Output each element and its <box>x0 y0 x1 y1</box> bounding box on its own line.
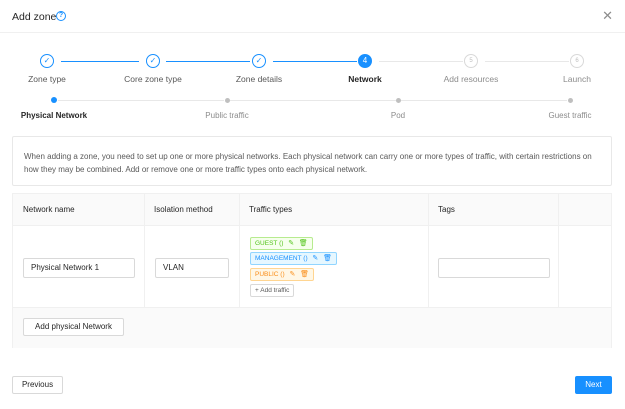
traffic-tag-management: MANAGEMENT () ✎ 🗑 <box>250 252 337 265</box>
step-label: Add resources <box>443 74 499 84</box>
step-zone-details[interactable]: ✓ Zone details <box>214 54 304 84</box>
traffic-type-label: GUEST () <box>255 240 284 247</box>
physical-network-table: Network name Isolation method Traffic ty… <box>12 193 612 348</box>
step-add-resources: 5 Add resources <box>426 54 516 84</box>
substep-pod: Pod <box>348 96 448 120</box>
delete-icon[interactable]: 🗑 <box>299 238 308 249</box>
step-number: 6 <box>570 54 584 68</box>
isolation-method-input[interactable]: VLAN <box>155 258 229 278</box>
add-traffic-button[interactable]: + Add traffic <box>250 284 295 297</box>
step-label: Zone type <box>28 74 66 84</box>
step-dot <box>51 97 57 103</box>
edit-icon[interactable]: ✎ <box>288 238 294 249</box>
modal-header: Add zone ? ✕ <box>0 0 625 33</box>
column-header: Tags <box>438 205 455 214</box>
column-header: Traffic types <box>249 205 293 214</box>
traffic-type-label: PUBLIC () <box>255 271 285 278</box>
info-description: When adding a zone, you need to set up o… <box>12 136 612 186</box>
substep-label: Guest traffic <box>548 110 592 120</box>
traffic-type-label: MANAGEMENT () <box>255 255 308 262</box>
substep-public-traffic: Public traffic <box>177 96 277 120</box>
previous-button[interactable]: Previous <box>12 376 63 394</box>
modal-title: Add zone <box>12 11 57 23</box>
step-network[interactable]: 4 Network <box>320 54 410 84</box>
plus-icon: + <box>255 287 259 294</box>
close-icon[interactable]: ✕ <box>602 9 613 22</box>
check-icon: ✓ <box>252 54 266 68</box>
step-number: 5 <box>464 54 478 68</box>
step-dot <box>224 97 230 103</box>
edit-icon[interactable]: ✎ <box>289 269 295 280</box>
substep-guest-traffic: Guest traffic <box>520 96 620 120</box>
step-dot <box>395 97 401 103</box>
substep-label: Pod <box>390 110 406 120</box>
zone-wizard-steps: ✓ Zone type ✓ Core zone type ✓ Zone deta… <box>0 54 625 90</box>
check-icon: ✓ <box>146 54 160 68</box>
step-launch: 6 Launch <box>532 54 622 84</box>
step-label: Core zone type <box>124 74 182 84</box>
traffic-tag-public: PUBLIC () ✎ 🗑 <box>250 268 315 281</box>
step-core-zone-type[interactable]: ✓ Core zone type <box>108 54 198 84</box>
step-dot <box>567 97 573 103</box>
next-button[interactable]: Next <box>575 376 612 394</box>
substep-label: Physical Network <box>20 111 88 120</box>
substep-physical-network[interactable]: Physical Network <box>4 96 104 120</box>
step-label: Network <box>348 74 382 84</box>
delete-icon[interactable]: 🗑 <box>323 253 332 264</box>
add-physical-network-button[interactable]: Add physical Network <box>23 318 124 336</box>
delete-icon[interactable]: 🗑 <box>300 269 309 280</box>
traffic-tag-guest: GUEST () ✎ 🗑 <box>250 237 313 250</box>
step-label: Launch <box>563 74 591 84</box>
add-traffic-label: Add traffic <box>260 287 290 294</box>
column-header: Network name <box>23 205 75 214</box>
question-circle-icon[interactable]: ? <box>56 11 66 21</box>
network-substeps: Physical Network Public traffic Pod Gues… <box>0 96 625 124</box>
step-label: Zone details <box>235 74 283 84</box>
substep-label: Public traffic <box>205 110 249 120</box>
step-zone-type[interactable]: ✓ Zone type <box>2 54 92 84</box>
column-header: Isolation method <box>154 205 213 214</box>
step-number: 4 <box>358 54 372 68</box>
table-footer: Add physical Network <box>13 308 611 348</box>
check-icon: ✓ <box>40 54 54 68</box>
tags-input[interactable] <box>438 258 550 278</box>
network-name-input[interactable]: Physical Network 1 <box>23 258 135 278</box>
table-header: Network name Isolation method Traffic ty… <box>13 194 611 226</box>
edit-icon[interactable]: ✎ <box>312 253 318 264</box>
